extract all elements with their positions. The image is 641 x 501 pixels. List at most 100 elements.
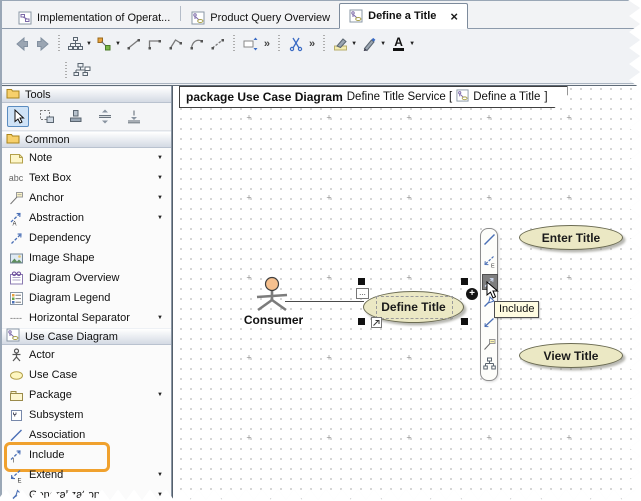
fit-to-line-tool-icon[interactable] [123, 106, 145, 127]
diagram-overview-icon [8, 271, 24, 286]
main-toolbar: ▼ ▼ » » ▼ ▼ A ▼ [2, 29, 641, 58]
palette-item-note[interactable]: Note ▼ [2, 148, 171, 168]
generalization-icon [8, 488, 24, 501]
back-button[interactable] [11, 33, 32, 54]
spline-path-button[interactable] [207, 33, 228, 54]
dropdown-arrow-icon[interactable]: ▼ [157, 195, 163, 201]
palette-item-dependency[interactable]: Dependency [2, 228, 171, 248]
containment-tree-button[interactable] [72, 60, 93, 81]
dropdown-arrow-icon[interactable]: ▼ [115, 41, 121, 47]
svg-text:I: I [12, 458, 14, 463]
selection-handle-top-left[interactable] [358, 278, 365, 285]
grid-cross-icon: + [326, 434, 331, 443]
palette-tools-row [2, 103, 171, 131]
dropdown-arrow-icon[interactable]: ▼ [157, 492, 163, 498]
palette-item-include[interactable]: I Include [2, 445, 171, 465]
font-color-button[interactable]: A [388, 33, 409, 54]
selection-handle-top-right[interactable] [461, 278, 468, 285]
popup-containment-icon[interactable] [483, 357, 496, 370]
palette-group-label: Use Case Diagram [25, 331, 118, 343]
curved-path-button[interactable] [186, 33, 207, 54]
line-color-button[interactable] [359, 33, 380, 54]
distribute-vertical-tool-icon[interactable] [94, 106, 116, 127]
edit-compartments-button[interactable] [240, 33, 261, 54]
dropdown-arrow-icon[interactable]: ▼ [409, 41, 415, 47]
dropdown-arrow-icon[interactable]: ▼ [157, 392, 163, 398]
smart-manipulator-plus-icon[interactable]: + [466, 288, 478, 300]
tab-implementation-of-operations[interactable]: Implementation of Operat... [9, 7, 179, 28]
palette-item-association[interactable]: Association [2, 425, 171, 445]
diagram-legend-icon [8, 291, 24, 306]
palette-group-common[interactable]: Common [2, 131, 171, 148]
dependency-icon [8, 231, 24, 246]
fill-color-button[interactable] [330, 33, 351, 54]
popup-directed-association-icon[interactable] [483, 317, 496, 330]
palette-item-extend[interactable]: E Extend ▼ [2, 465, 171, 485]
rectilinear-path-button[interactable] [144, 33, 165, 54]
palette-item-image-shape[interactable]: Image Shape [2, 248, 171, 268]
palette-item-package[interactable]: Package ▼ [2, 385, 171, 405]
pointer-tool-icon[interactable] [7, 106, 29, 127]
palette-item-subsystem[interactable]: Subsystem [2, 405, 171, 425]
actor-consumer[interactable] [252, 270, 294, 319]
dropdown-arrow-icon[interactable]: ▼ [157, 155, 163, 161]
palette-item-generalization[interactable]: Generalization ▼ [2, 485, 171, 501]
dropdown-arrow-icon[interactable]: ▼ [157, 175, 163, 181]
related-elements-button[interactable] [94, 33, 115, 54]
selection-handle-bottom-right[interactable] [461, 318, 468, 325]
palette-group-tools[interactable]: Tools [2, 86, 171, 103]
dropdown-arrow-icon[interactable]: ▼ [86, 41, 92, 47]
palette-item-text-box[interactable]: abc Text Box ▼ [2, 168, 171, 188]
palette-item-abstraction[interactable]: A Abstraction ▼ [2, 208, 171, 228]
marquee-select-tool-icon[interactable] [36, 106, 58, 127]
toolbar-overflow-icon[interactable]: » [264, 38, 270, 50]
association-connector[interactable] [285, 301, 364, 302]
application-window: Implementation of Operat... Product Quer… [0, 0, 641, 501]
popup-association-icon[interactable] [483, 233, 496, 246]
compartment-button[interactable]: ... [356, 288, 369, 299]
forward-button[interactable] [32, 33, 53, 54]
palette-item-diagram-overview[interactable]: Diagram Overview [2, 268, 171, 288]
dropdown-arrow-icon[interactable]: ▼ [351, 41, 357, 47]
tab-define-a-title[interactable]: Define a Title × [339, 3, 468, 29]
class-diagram-icon [18, 11, 32, 25]
palette-group-use-case-diagram[interactable]: Use Case Diagram [2, 328, 171, 345]
use-case-icon [8, 368, 24, 383]
palette-item-anchor[interactable]: Anchor ▼ [2, 188, 171, 208]
use-case-view-title[interactable]: View Title [519, 343, 623, 368]
grid-cross-icon: + [406, 274, 411, 283]
use-case-label: Enter Title [542, 231, 600, 245]
toolbar-handle [278, 35, 280, 52]
diagram-frame-header[interactable]: package Use Case Diagram Define Title Se… [179, 86, 568, 108]
dropdown-arrow-icon[interactable]: ▼ [157, 215, 163, 221]
stamp-tool-icon[interactable] [65, 106, 87, 127]
dropdown-arrow-icon[interactable]: ▼ [380, 41, 386, 47]
selection-handle-bottom-left[interactable] [358, 318, 365, 325]
diagram-canvas[interactable]: +++++++++++++++++++++++++ package Use Ca… [172, 86, 641, 501]
straight-path-button[interactable] [123, 33, 144, 54]
palette-item-actor[interactable]: Actor [2, 345, 171, 365]
tab-label: Product Query Overview [210, 12, 330, 24]
popup-extend-icon[interactable]: E [483, 255, 496, 268]
dropdown-arrow-icon[interactable]: ▼ [157, 472, 163, 478]
palette-item-use-case[interactable]: Use Case [2, 365, 171, 385]
dropdown-arrow-icon[interactable]: ▼ [157, 315, 163, 321]
popup-anchor-icon[interactable] [483, 338, 496, 351]
oblique-path-button[interactable] [165, 33, 186, 54]
close-tab-icon[interactable]: × [450, 10, 458, 23]
tab-label: Define a Title [368, 10, 436, 22]
palette-item-label: Actor [29, 349, 55, 361]
use-case-enter-title[interactable]: Enter Title [519, 225, 623, 250]
cut-button[interactable] [285, 33, 306, 54]
grid-cross-icon: + [486, 434, 491, 443]
tab-product-query-overview[interactable]: Product Query Overview [182, 7, 339, 28]
use-case-diagram-icon [191, 11, 205, 25]
palette-item-diagram-legend[interactable]: Diagram Legend [2, 288, 171, 308]
palette-item-horizontal-separator[interactable]: ---- Horizontal Separator ▼ [2, 308, 171, 328]
hyperlink-adornment[interactable] [371, 317, 382, 328]
layout-tree-button[interactable] [65, 33, 86, 54]
grid-cross-icon: + [246, 274, 251, 283]
grid-cross-icon: + [566, 194, 571, 203]
toolbar-overflow-icon[interactable]: » [309, 38, 315, 50]
include-tooltip: Include [494, 301, 539, 318]
